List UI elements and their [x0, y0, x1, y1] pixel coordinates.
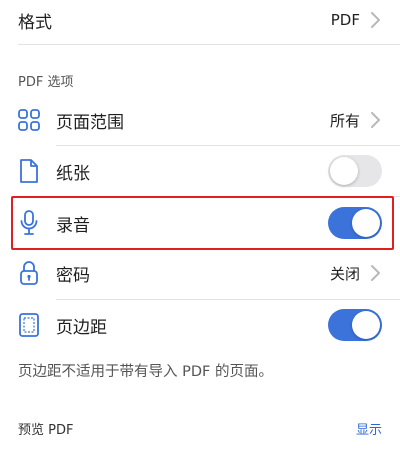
microphone-icon	[17, 209, 41, 237]
chevron-right-icon	[371, 265, 380, 281]
toggle-knob	[352, 311, 380, 339]
paper-label: 纸张	[56, 163, 90, 184]
page-margins-icon	[17, 311, 41, 339]
paper-row: 纸张	[0, 146, 400, 196]
divider	[18, 44, 400, 45]
margins-row: 页边距	[0, 300, 400, 350]
format-label: 格式	[18, 12, 52, 33]
page-range-value: 所有	[329, 111, 360, 130]
password-value: 关闭	[329, 264, 360, 283]
margins-label: 页边距	[56, 317, 107, 338]
recording-row: 录音	[0, 198, 400, 248]
document-icon	[17, 157, 41, 185]
page-range-label: 页面范围	[56, 112, 124, 133]
toggle-knob	[330, 157, 358, 185]
format-value: PDF	[330, 11, 360, 29]
recording-label: 录音	[56, 215, 90, 236]
password-label: 密码	[56, 265, 90, 286]
preview-pdf-header: 预览 PDF	[18, 423, 74, 438]
preview-show-link[interactable]: 显示	[356, 419, 382, 438]
lock-icon	[17, 259, 41, 287]
password-trail[interactable]: 关闭	[330, 263, 382, 284]
recording-toggle[interactable]	[328, 207, 382, 239]
pdf-options-header: PDF 选项	[18, 75, 74, 90]
page-range-trail[interactable]: 所有	[330, 110, 382, 131]
chevron-right-icon	[371, 112, 380, 128]
margins-note: 页边距不适用于带有导入 PDF 的页面。	[18, 364, 273, 380]
format-row[interactable]: 格式 PDF	[0, 0, 400, 40]
divider	[56, 196, 400, 197]
password-row[interactable]: 密码 关闭	[0, 248, 400, 298]
paper-toggle[interactable]	[328, 155, 382, 187]
toggle-knob	[352, 209, 380, 237]
page-range-row[interactable]: 页面范围 所有	[0, 95, 400, 145]
margins-toggle[interactable]	[328, 309, 382, 341]
chevron-right-icon	[371, 12, 380, 28]
grid-icon	[17, 106, 41, 134]
format-trail[interactable]: PDF	[331, 11, 382, 29]
